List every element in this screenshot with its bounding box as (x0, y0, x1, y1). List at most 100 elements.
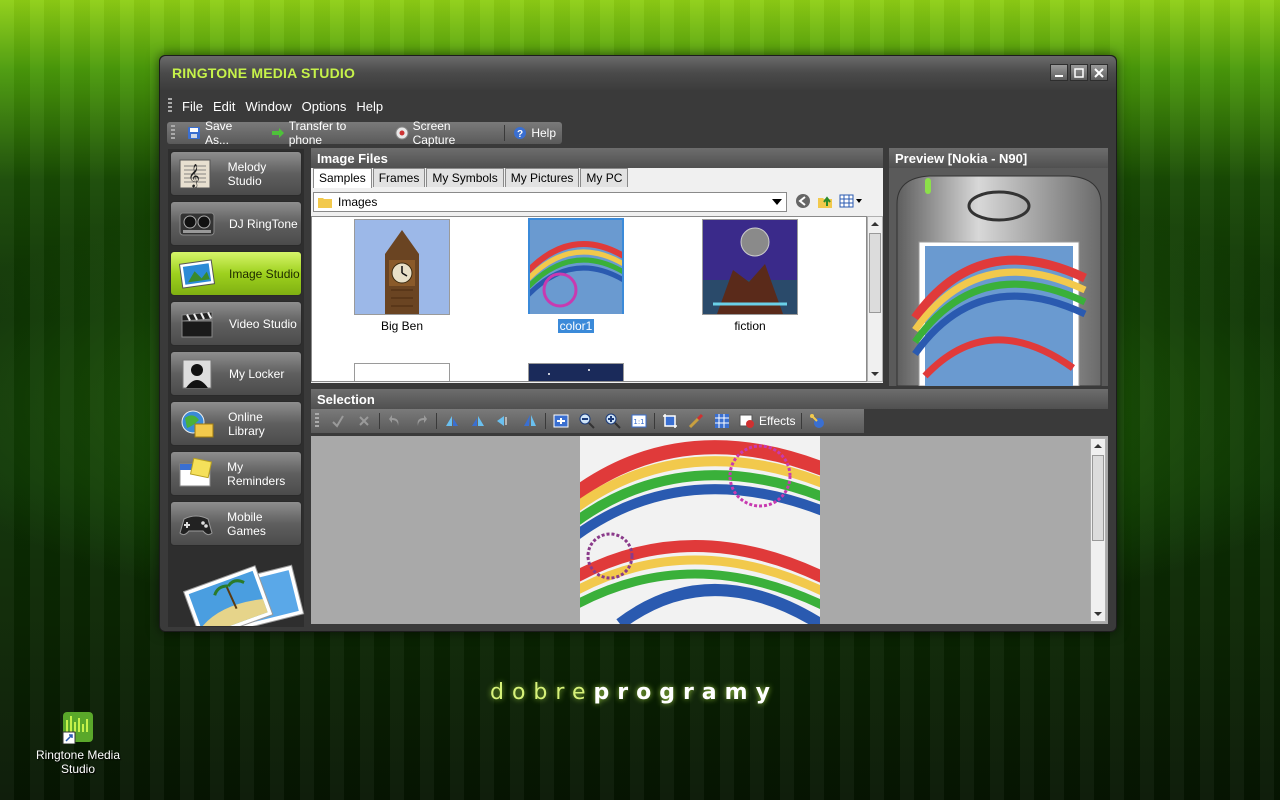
brand-suffix: programy (593, 680, 778, 705)
thumbnail-row2-1[interactable] (354, 363, 450, 381)
nav-online-library[interactable]: Online Library (170, 401, 302, 446)
tab-my-pictures[interactable]: My Pictures (504, 168, 580, 187)
minimize-button[interactable] (1050, 64, 1068, 81)
actual-size-button[interactable]: 1:1 (626, 411, 652, 431)
selection-title: Selection (317, 392, 375, 407)
flip-vertical-button[interactable] (517, 411, 543, 431)
crop-button[interactable] (657, 411, 683, 431)
thumbnail-fiction[interactable] (702, 219, 798, 315)
magic-wand-button[interactable] (804, 411, 830, 431)
clapperboard-icon (177, 307, 217, 341)
selection-canvas[interactable] (311, 436, 1108, 624)
resize-grid-icon (715, 414, 729, 428)
image-files-tabs: Samples Frames My Symbols My Pictures My… (311, 168, 629, 188)
rotate-left-button[interactable] (439, 411, 465, 431)
selection-toolbar-grip (315, 413, 319, 429)
app-title: RINGTONE MEDIA STUDIO (172, 65, 356, 81)
thumbnail-row2-2[interactable] (528, 363, 624, 381)
chevron-down-icon (772, 199, 782, 205)
help-button[interactable]: ? Help (507, 122, 562, 144)
scroll-up-icon (1094, 444, 1102, 448)
toolbar-separator (504, 125, 506, 141)
preview-title: Preview [Nokia - N90] (895, 151, 1028, 166)
scroll-up-icon (871, 222, 879, 226)
nav-label-online-library: Online Library (228, 409, 265, 438)
menu-grip (168, 98, 172, 114)
main-toolbar: Save As... Transfer to phone Screen Capt… (167, 119, 562, 147)
svg-text:?: ? (517, 129, 523, 140)
effects-label: Effects (759, 414, 796, 428)
thumbnail-label-fiction: fiction (734, 319, 766, 333)
nav-my-locker[interactable]: My Locker (170, 351, 302, 396)
menu-file[interactable]: File (178, 99, 209, 114)
menu-edit[interactable]: Edit (209, 99, 241, 114)
close-button[interactable] (1090, 64, 1108, 81)
thumbnail-label-color1: color1 (557, 319, 595, 333)
apply-button[interactable] (325, 411, 351, 431)
scroll-thumb[interactable] (869, 233, 881, 313)
fit-screen-button[interactable] (548, 411, 574, 431)
thumbnail-label-big-ben: Big Ben (380, 319, 424, 333)
transfer-label: Transfer to phone (288, 119, 347, 147)
nav-image-studio[interactable]: Image Studio (170, 251, 302, 296)
brush-button[interactable] (683, 411, 709, 431)
folder-icon (318, 198, 332, 208)
maximize-icon (1074, 67, 1084, 78)
back-arrow-icon[interactable] (795, 193, 811, 209)
up-folder-icon[interactable] (817, 193, 833, 209)
brush-icon (688, 413, 704, 429)
title-bar[interactable]: RINGTONE MEDIA STUDIO (160, 56, 1116, 90)
nav-label-my-reminders: My Reminders (227, 459, 286, 488)
selection-toolbar-separator (654, 413, 655, 429)
screen-capture-button[interactable]: Screen Capture (389, 119, 503, 147)
nav-label-video-studio: Video Studio (229, 316, 297, 331)
nav-mobile-games[interactable]: Mobile Games (170, 501, 302, 546)
view-grid-icon[interactable] (839, 193, 863, 209)
resize-grid-button[interactable] (709, 411, 735, 431)
flip-horizontal-button[interactable] (491, 411, 517, 431)
redo-button[interactable] (408, 411, 434, 431)
tab-samples[interactable]: Samples (313, 168, 372, 188)
crop-icon (663, 414, 677, 428)
maximize-button[interactable] (1070, 64, 1088, 81)
save-as-button[interactable]: Save As... (181, 119, 265, 147)
scroll-thumb[interactable] (1092, 455, 1104, 541)
canvas-scrollbar[interactable] (1090, 438, 1106, 622)
nav-label-my-locker: My Locker (229, 366, 285, 381)
nav-video-studio[interactable]: Video Studio (170, 301, 302, 346)
nav-my-reminders[interactable]: My Reminders (170, 451, 302, 496)
flip-vertical-icon (524, 415, 536, 426)
studio-navigation: 𝄞 Melody Studio DJ RingTone Image Studio… (168, 149, 305, 642)
svg-text:1:1: 1:1 (633, 418, 644, 426)
selection-toolbar: 1:1 Effects (311, 409, 864, 433)
transfer-to-phone-button[interactable]: Transfer to phone (265, 119, 389, 147)
image-icon (177, 257, 217, 291)
zoom-in-icon (605, 413, 621, 429)
tab-frames[interactable]: Frames (372, 168, 426, 187)
image-files-panel: Samples Frames My Symbols My Pictures My… (311, 168, 883, 383)
music-note-icon: 𝄞 (177, 157, 216, 191)
thumbnail-big-ben[interactable] (354, 219, 450, 315)
cancel-button[interactable] (351, 411, 377, 431)
rotate-right-button[interactable] (465, 411, 491, 431)
menu-window[interactable]: Window (241, 99, 297, 114)
zoom-out-button[interactable] (574, 411, 600, 431)
effects-button[interactable]: Effects (735, 410, 799, 432)
tab-my-symbols[interactable]: My Symbols (426, 168, 504, 187)
svg-text:𝄞: 𝄞 (188, 163, 200, 188)
dobreprogramy-logo: dobreprogramy (490, 680, 778, 705)
zoom-in-button[interactable] (600, 411, 626, 431)
menu-help[interactable]: Help (352, 99, 389, 114)
thumbnails-scrollbar[interactable] (867, 216, 883, 382)
minimize-icon (1055, 74, 1063, 77)
desktop-shortcut-ringtone-media-studio[interactable]: Ringtone Media Studio (30, 710, 126, 776)
undo-button[interactable] (382, 411, 408, 431)
thumbnail-color1[interactable] (517, 218, 632, 314)
folder-path-combo[interactable]: Images (313, 192, 787, 212)
nav-dj-ringtone[interactable]: DJ RingTone (170, 201, 302, 246)
tab-my-pc[interactable]: My PC (580, 168, 629, 187)
screen-capture-label: Screen Capture (412, 119, 456, 147)
image-files-header: Image Files (311, 148, 883, 168)
nav-melody-studio[interactable]: 𝄞 Melody Studio (170, 151, 302, 196)
menu-options[interactable]: Options (298, 99, 353, 114)
